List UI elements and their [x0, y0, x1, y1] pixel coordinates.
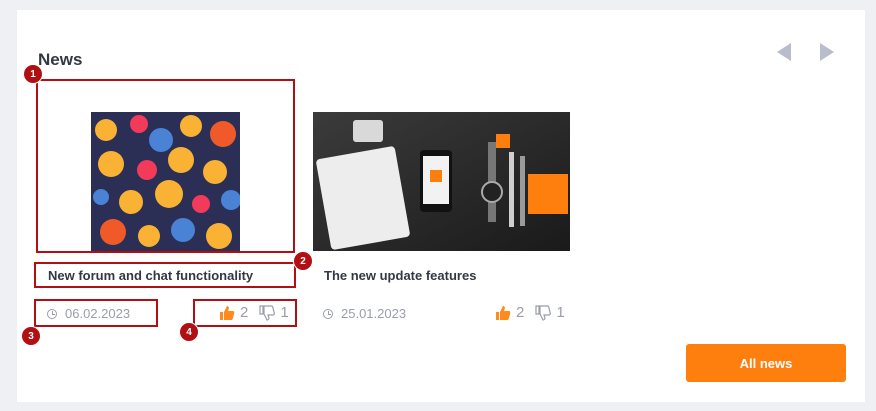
news-image-emojis[interactable]: [91, 112, 240, 251]
date-text: 06.02.2023: [65, 306, 131, 321]
all-news-button[interactable]: All news: [686, 344, 846, 382]
dislike-count: 1: [280, 304, 289, 321]
news-votes-1: 2 1: [219, 304, 289, 321]
thumbs-up-icon[interactable]: [495, 305, 511, 321]
like-count: 2: [240, 304, 249, 321]
annotation-marker-3: 3: [21, 326, 41, 346]
thumbs-up-icon[interactable]: [219, 305, 235, 321]
thumbs-down-icon[interactable]: [535, 304, 552, 321]
news-date-2: 25.01.2023: [323, 306, 406, 321]
news-date-1: 06.02.2023: [47, 306, 130, 321]
clock-icon: [323, 308, 333, 319]
news-image-workspace[interactable]: [313, 112, 570, 251]
date-text: 25.01.2023: [341, 306, 407, 321]
news-title-2[interactable]: The new update features: [324, 268, 476, 283]
annotation-marker-2: 2: [293, 251, 313, 271]
next-arrow-icon[interactable]: [820, 43, 834, 61]
prev-arrow-icon[interactable]: [777, 43, 791, 61]
thumbs-down-icon[interactable]: [259, 304, 276, 321]
news-title-1[interactable]: New forum and chat functionality: [48, 268, 253, 283]
section-title: News: [38, 50, 83, 69]
like-count: 2: [516, 304, 525, 321]
news-widget: News New forum and chat functionality 06…: [17, 10, 865, 402]
news-votes-2: 2 1: [495, 304, 565, 321]
annotation-marker-1: 1: [23, 64, 43, 84]
clock-icon: [47, 308, 57, 319]
annotation-marker-4: 4: [179, 322, 199, 342]
dislike-count: 1: [556, 304, 565, 321]
